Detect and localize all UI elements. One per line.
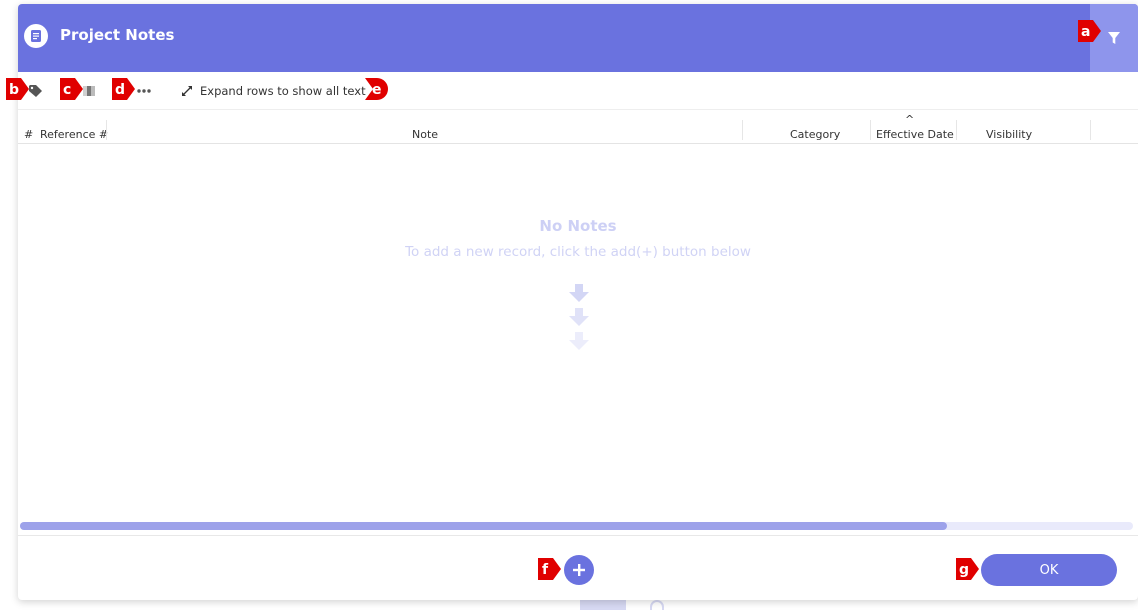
marker-a: a	[1078, 20, 1101, 42]
column-divider	[956, 120, 957, 140]
more-dots-icon	[137, 89, 151, 93]
ok-button[interactable]: OK	[981, 554, 1117, 586]
columns-icon	[83, 86, 95, 96]
column-divider	[742, 120, 743, 140]
marker-b: b	[6, 78, 29, 100]
marker-g: g	[956, 558, 979, 580]
empty-state-subtitle: To add a new record, click the add(+) bu…	[405, 244, 751, 260]
add-note-button[interactable]	[564, 555, 594, 585]
empty-state-title: No Notes	[539, 217, 617, 235]
more-options-button[interactable]	[136, 82, 152, 100]
expand-rows-label: Expand rows to show all text	[200, 84, 366, 98]
background-shape	[650, 600, 664, 610]
column-divider	[106, 120, 107, 140]
notes-document-icon	[24, 24, 48, 48]
marker-c-label: c	[63, 82, 71, 98]
column-divider	[870, 120, 871, 140]
column-header-reference[interactable]: Reference #	[40, 128, 108, 141]
down-arrows-icon	[569, 284, 589, 350]
column-header-index[interactable]: #	[24, 128, 33, 141]
plus-icon	[573, 564, 585, 576]
column-header-effective-date[interactable]: Effective Date	[876, 128, 954, 141]
dialog-header: Project Notes	[18, 4, 1138, 72]
expand-arrows-icon	[182, 86, 192, 96]
marker-a-label: a	[1081, 24, 1090, 40]
marker-c: c	[60, 78, 83, 100]
columns-button[interactable]	[82, 82, 96, 100]
table-toolbar: Expand rows to show all text	[18, 72, 1138, 110]
project-notes-dialog: Project Notes Expand rows to show all te…	[18, 4, 1138, 600]
sort-ascending-indicator: ^	[905, 113, 915, 126]
marker-f: f	[538, 558, 561, 580]
expand-rows-button[interactable]: Expand rows to show all text	[180, 82, 366, 100]
background-bar	[580, 600, 626, 610]
marker-f-label: f	[542, 562, 549, 578]
column-header-visibility[interactable]: Visibility	[986, 128, 1032, 141]
column-divider	[1090, 120, 1091, 140]
tag-icon	[29, 85, 42, 97]
marker-e: e	[365, 78, 388, 100]
dialog-title: Project Notes	[60, 26, 175, 44]
tags-button[interactable]	[28, 82, 44, 100]
column-header-note[interactable]: Note	[412, 128, 438, 141]
marker-d: d	[112, 78, 135, 100]
column-header-category[interactable]: Category	[790, 128, 840, 141]
marker-g-label: g	[959, 562, 969, 578]
marker-e-label: e	[372, 82, 382, 98]
marker-d-label: d	[115, 82, 125, 98]
horizontal-scrollbar[interactable]	[20, 522, 1133, 530]
table-header: # Reference # Note Category ^ Effective …	[18, 110, 1138, 144]
scrollbar-thumb[interactable]	[20, 522, 947, 530]
marker-b-label: b	[9, 82, 19, 98]
filter-funnel-icon	[1108, 32, 1120, 44]
